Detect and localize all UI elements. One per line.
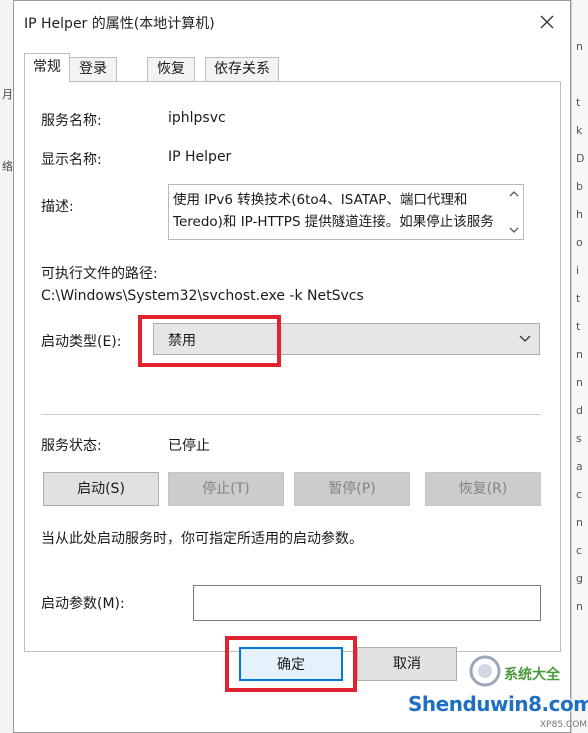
background-glyph: n bbox=[576, 40, 583, 53]
background-glyph: g bbox=[576, 572, 583, 585]
background-glyph: d bbox=[576, 404, 583, 417]
executable-path-label: 可执行文件的路径: bbox=[41, 266, 158, 282]
background-glyph: k bbox=[576, 124, 583, 137]
background-glyph: 月 bbox=[2, 88, 13, 101]
service-properties-dialog: IP Helper 的属性(本地计算机) 常规 登录 恢复 依存关系 服务名称:… bbox=[13, 0, 571, 733]
background-glyph: h bbox=[576, 208, 583, 221]
description-text: 使用 IPv6 转换技术(6to4、ISATAP、端口代理和 Teredo)和 … bbox=[173, 192, 494, 230]
close-icon bbox=[540, 15, 554, 29]
background-glyph: n bbox=[576, 376, 583, 389]
pause-button[interactable]: 暂停(P) bbox=[294, 472, 410, 506]
executable-path-value: C:\Windows\System32\svchost.exe -k NetSv… bbox=[41, 288, 364, 304]
start-params-label: 启动参数(M): bbox=[41, 596, 125, 612]
background-glyph: o bbox=[576, 236, 583, 249]
background-glyph: s bbox=[576, 432, 582, 445]
ok-button[interactable]: 确定 bbox=[239, 647, 343, 681]
service-status-label: 服务状态: bbox=[41, 438, 102, 454]
general-tab-panel: 服务名称: iphlpsvc 显示名称: IP Helper 描述: 使用 IP… bbox=[24, 81, 561, 652]
divider bbox=[41, 414, 541, 415]
background-window-right: n t k D b h o i t t n n d s a c n c g n bbox=[571, 0, 588, 733]
scroll-down-icon[interactable] bbox=[509, 227, 519, 234]
background-glyph: n bbox=[576, 600, 583, 613]
display-name-value: IP Helper bbox=[168, 149, 232, 165]
watermark-logo-icon bbox=[469, 655, 501, 687]
background-glyph: b bbox=[576, 180, 583, 193]
background-glyph: a bbox=[576, 460, 583, 473]
tab-logon[interactable]: 登录 bbox=[69, 57, 117, 81]
service-name-value: iphlpsvc bbox=[168, 110, 226, 126]
resume-button[interactable]: 恢复(R) bbox=[425, 472, 541, 506]
scroll-up-icon[interactable] bbox=[509, 190, 519, 197]
watermark-text-sub: XP85.COM bbox=[540, 720, 588, 730]
description-box[interactable]: 使用 IPv6 转换技术(6to4、ISATAP、端口代理和 Teredo)和 … bbox=[168, 184, 524, 240]
startup-type-value: 禁用 bbox=[168, 333, 196, 349]
chevron-down-icon bbox=[519, 335, 531, 342]
background-glyph: n bbox=[576, 348, 583, 361]
watermark-text-cn: 系统大全 bbox=[504, 667, 560, 683]
description-label: 描述: bbox=[41, 199, 74, 215]
tab-recovery[interactable]: 恢复 bbox=[147, 57, 195, 81]
start-params-input[interactable] bbox=[193, 585, 541, 621]
tab-general[interactable]: 常规 bbox=[24, 53, 70, 82]
display-name-label: 显示名称: bbox=[41, 152, 102, 168]
background-glyph: n bbox=[576, 516, 583, 529]
start-params-hint: 当从此处启动服务时，你可指定所适用的启动参数。 bbox=[41, 531, 363, 547]
background-glyph: t bbox=[576, 292, 581, 305]
window-title: IP Helper 的属性(本地计算机) bbox=[24, 16, 215, 32]
background-glyph: D bbox=[576, 152, 585, 165]
title-bar[interactable]: IP Helper 的属性(本地计算机) bbox=[14, 1, 570, 43]
background-glyph: 络 bbox=[2, 160, 13, 173]
background-glyph: t bbox=[576, 320, 581, 333]
background-glyph: c bbox=[576, 544, 583, 557]
start-button[interactable]: 启动(S) bbox=[43, 472, 159, 506]
description-scrollbar[interactable] bbox=[505, 185, 523, 239]
service-name-label: 服务名称: bbox=[41, 113, 102, 129]
watermark: 系统大全 Shenduwin8.com XP85.COM bbox=[400, 650, 588, 733]
tab-dependencies[interactable]: 依存关系 bbox=[205, 57, 279, 81]
background-glyph: t bbox=[576, 96, 581, 109]
stop-button[interactable]: 停止(T) bbox=[168, 472, 284, 506]
startup-type-label: 启动类型(E): bbox=[41, 334, 122, 350]
service-status-value: 已停止 bbox=[168, 438, 210, 454]
watermark-text-site: Shenduwin8.com bbox=[408, 692, 588, 716]
startup-type-select[interactable]: 禁用 bbox=[153, 323, 540, 355]
background-glyph: i bbox=[576, 264, 580, 277]
close-button[interactable] bbox=[530, 7, 564, 37]
background-glyph: c bbox=[576, 488, 583, 501]
